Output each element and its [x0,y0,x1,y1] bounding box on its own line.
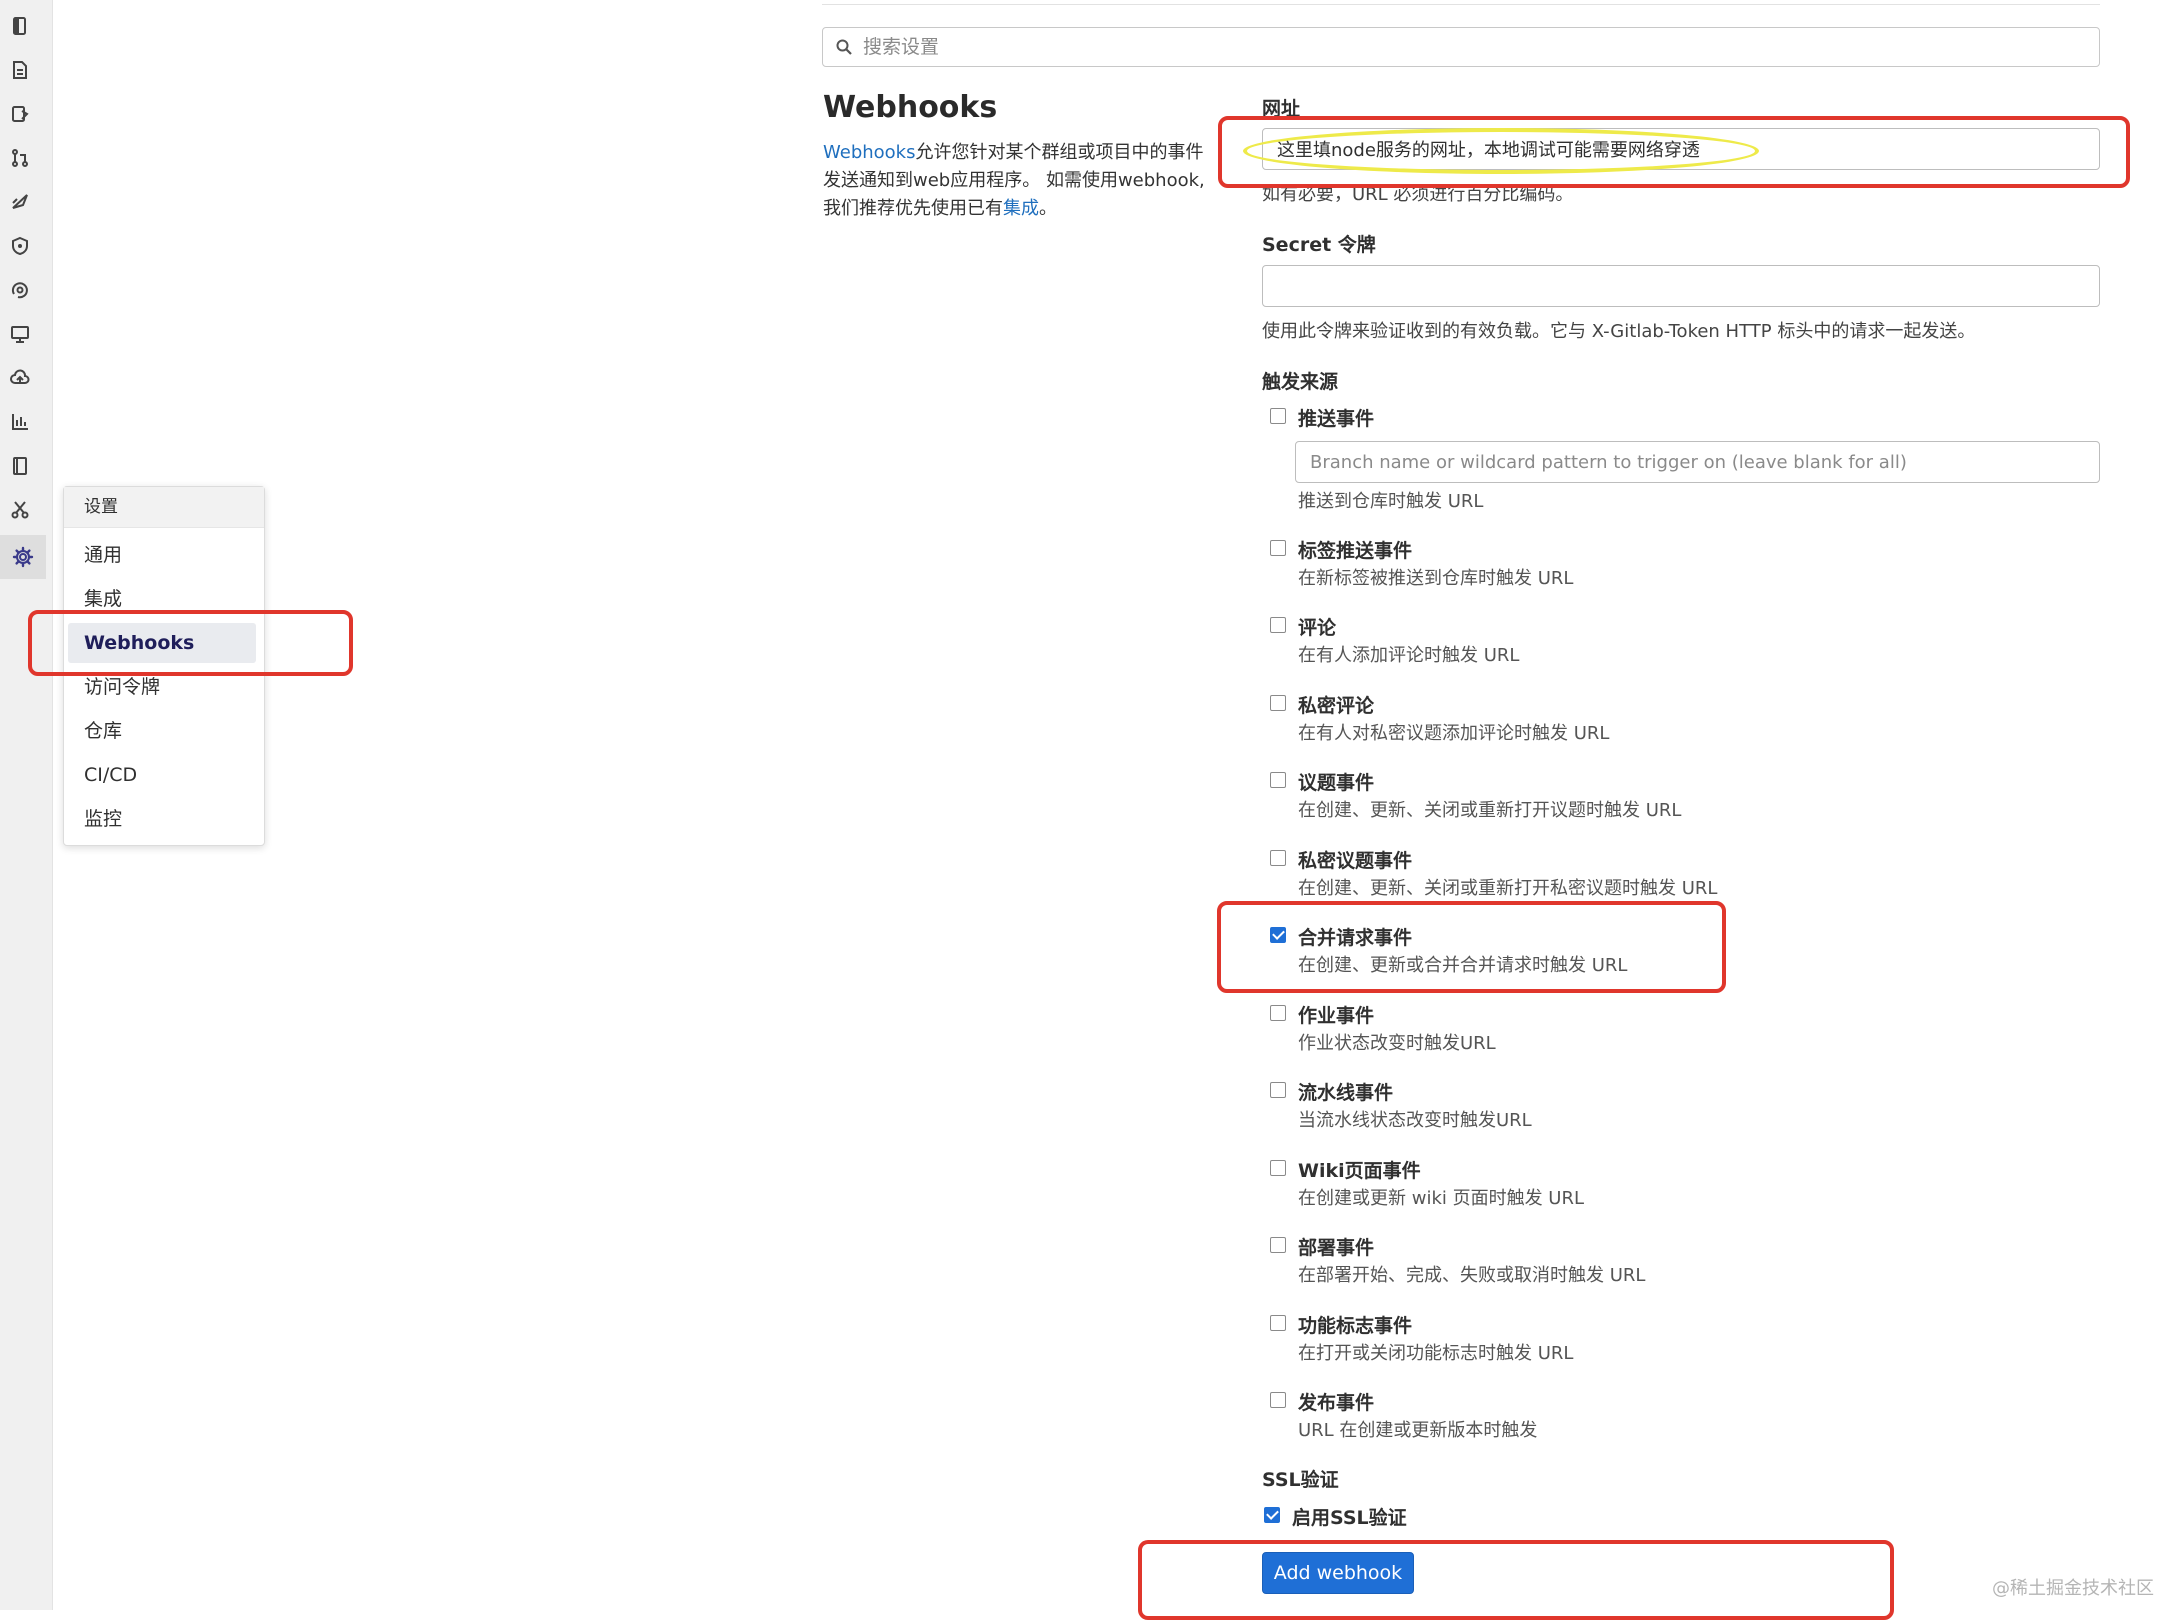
search-icon [836,39,852,55]
pipeline-events-desc: 当流水线状态改变时触发URL [1298,1110,1532,1131]
deployment-events-title: 部署事件 [1298,1237,1375,1259]
secret-token-help-text: 使用此令牌来验证收到的有效负载。它与 X-Gitlab-Token HTTP 标… [1262,321,1976,342]
flyout-item-monitor[interactable]: 监控 [68,799,256,839]
secret-token-input[interactable] [1262,265,2100,307]
merge-request-events-checkbox[interactable] [1270,927,1286,943]
merge-request-events-title: 合并请求事件 [1298,927,1413,949]
repository-icon[interactable] [6,56,34,84]
push-events-desc: 推送到仓库时触发 URL [1298,491,1484,512]
pipeline-events-title: 流水线事件 [1298,1082,1394,1104]
url-help-text: 如有必要，URL 必须进行百分比编码。 [1262,184,1574,205]
tag-push-events-checkbox[interactable] [1270,540,1286,556]
feature-flag-events-title: 功能标志事件 [1298,1315,1413,1337]
infrastructure-icon[interactable] [6,364,34,392]
release-events-title: 发布事件 [1298,1392,1375,1414]
settings-flyout-menu: 设置 通用 集成 Webhooks 访问令牌 仓库 CI/CD 监控 [63,486,265,846]
trigger-label: 触发来源 [1262,371,1339,393]
issues-events-desc: 在创建、更新、关闭或重新打开议题时触发 URL [1298,800,1682,821]
analytics-icon[interactable] [6,408,34,436]
settings-search-box[interactable] [822,27,2100,67]
confidential-comments-title: 私密评论 [1298,695,1375,717]
flyout-item-integrations[interactable]: 集成 [68,579,256,619]
feature-flag-events-checkbox[interactable] [1270,1315,1286,1331]
page-title: Webhooks [823,90,998,125]
wiki-icon[interactable] [6,452,34,480]
secret-token-label: Secret 令牌 [1262,234,1376,256]
push-events-checkbox[interactable] [1270,408,1286,424]
project-overview-icon[interactable] [6,12,34,40]
wiki-page-events-checkbox[interactable] [1270,1160,1286,1176]
flyout-item-ci-cd[interactable]: CI/CD [68,755,256,795]
confidential-issues-events-checkbox[interactable] [1270,850,1286,866]
pipeline-events-checkbox[interactable] [1270,1082,1286,1098]
branch-filter-input[interactable] [1295,441,2100,483]
release-events-desc: URL 在创建或更新版本时触发 [1298,1420,1538,1441]
flyout-item-repository[interactable]: 仓库 [68,711,256,751]
settings-icon[interactable] [0,535,46,579]
add-webhook-button[interactable]: Add webhook [1262,1552,1414,1594]
issues-events-checkbox[interactable] [1270,772,1286,788]
flyout-item-webhooks[interactable]: Webhooks [68,623,256,663]
ci-cd-icon[interactable] [6,188,34,216]
description-end: 。 [1039,198,1057,219]
flyout-item-general[interactable]: 通用 [68,535,256,575]
confidential-issues-events-title: 私密议题事件 [1298,850,1413,872]
job-events-checkbox[interactable] [1270,1005,1286,1021]
flyout-header: 设置 [64,487,264,528]
ssl-label: SSL验证 [1262,1469,1339,1491]
confidential-issues-events-desc: 在创建、更新、关闭或重新打开私密议题时触发 URL [1298,878,1718,899]
ssl-verification-checkbox[interactable] [1264,1507,1280,1523]
security-icon[interactable] [6,232,34,260]
wiki-page-events-title: Wiki页面事件 [1298,1160,1421,1182]
snippets-icon[interactable] [6,496,34,524]
merge-request-events-desc: 在创建、更新或合并合并请求时触发 URL [1298,955,1628,976]
job-events-desc: 作业状态改变时触发URL [1298,1033,1496,1054]
issues-events-title: 议题事件 [1298,772,1375,794]
section-description: Webhooks允许您针对某个群组或项目中的事件发送通知到web应用程序。 如需… [823,139,1219,223]
tag-push-events-title: 标签推送事件 [1298,540,1413,562]
annotation-add-webhook-highlight [1138,1540,1894,1620]
comments-checkbox[interactable] [1270,617,1286,633]
watermark: @稀土掘金技术社区 [1992,1578,2154,1599]
monitor-icon[interactable] [6,320,34,348]
top-divider [822,4,2100,5]
integrations-link[interactable]: 集成 [1003,198,1039,219]
confidential-comments-checkbox[interactable] [1270,695,1286,711]
ssl-verification-label: 启用SSL验证 [1292,1507,1407,1529]
deployment-events-desc: 在部署开始、完成、失败或取消时触发 URL [1298,1265,1646,1286]
feature-flag-events-desc: 在打开或关闭功能标志时触发 URL [1298,1343,1574,1364]
merge-request-icon[interactable] [6,144,34,172]
url-input[interactable] [1262,128,2100,170]
comments-title: 评论 [1298,617,1337,639]
comments-desc: 在有人添加评论时触发 URL [1298,645,1520,666]
job-events-title: 作业事件 [1298,1005,1375,1027]
release-events-checkbox[interactable] [1270,1392,1286,1408]
deployment-events-checkbox[interactable] [1270,1237,1286,1253]
flyout-item-access-tokens[interactable]: 访问令牌 [68,667,256,707]
issues-icon[interactable] [6,100,34,128]
confidential-comments-desc: 在有人对私密议题添加评论时触发 URL [1298,723,1610,744]
url-label: 网址 [1262,98,1301,120]
left-icon-rail [0,0,53,1610]
push-events-title: 推送事件 [1298,408,1375,430]
tag-push-events-desc: 在新标签被推送到仓库时触发 URL [1298,568,1574,589]
search-input[interactable] [861,35,2065,59]
annotation-merge-request-highlight [1217,901,1726,993]
deployments-icon[interactable] [6,276,34,304]
webhooks-doc-link[interactable]: Webhooks [823,142,915,163]
wiki-page-events-desc: 在创建或更新 wiki 页面时触发 URL [1298,1188,1585,1209]
